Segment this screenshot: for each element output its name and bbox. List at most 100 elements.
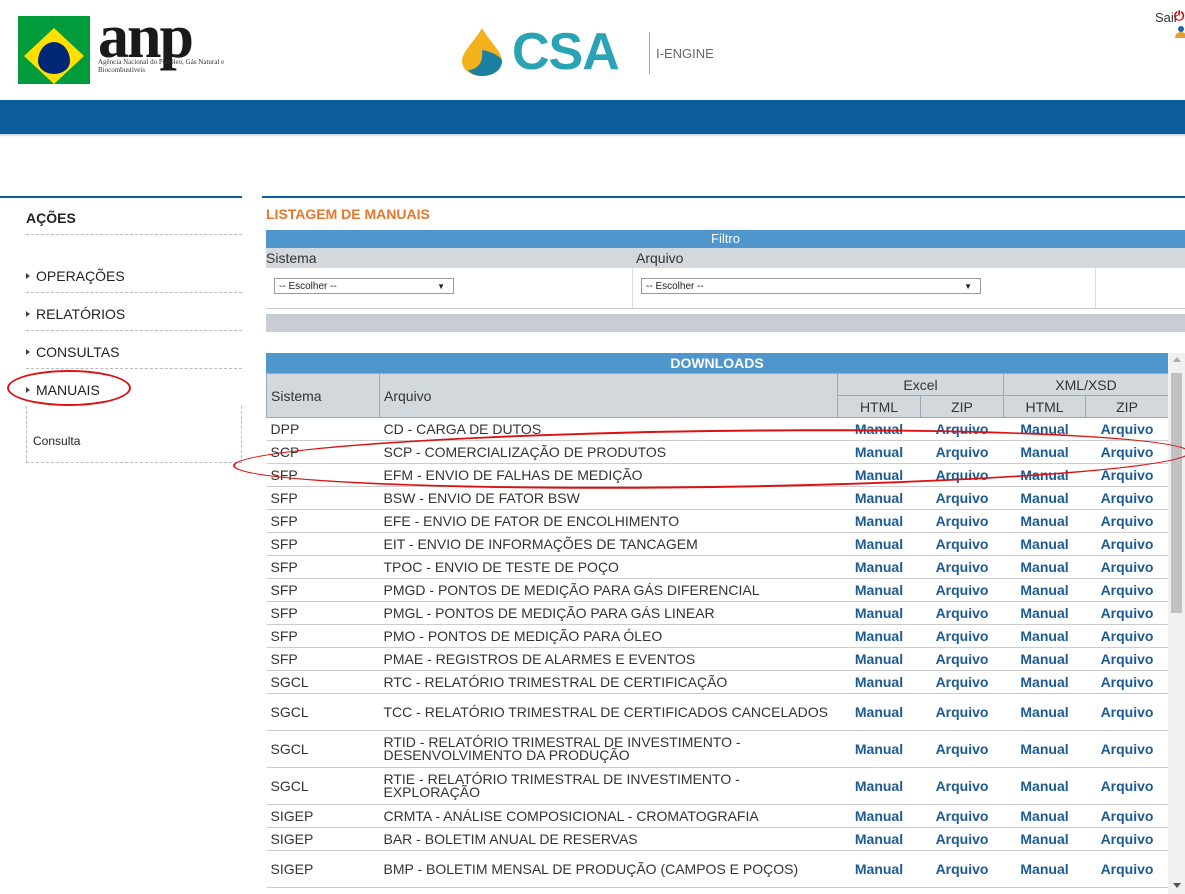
page-title: LISTAGEM DE MANUAIS — [266, 206, 430, 222]
xml-zip-arquivo-link[interactable]: Arquivo — [1085, 767, 1168, 805]
downloads-header: DOWNLOADS — [266, 353, 1168, 373]
sistema-select-value: -- Escolher -- — [279, 281, 337, 292]
xml-html-manual-link[interactable]: Manual — [1003, 486, 1086, 510]
xml-zip-arquivo-link[interactable]: Arquivo — [1085, 578, 1168, 602]
excel-zip-arquivo-link[interactable]: Arquivo — [920, 601, 1004, 625]
top-nav-bar — [0, 100, 1185, 134]
xml-zip-arquivo-link[interactable]: Arquivo — [1085, 509, 1168, 533]
xml-html-manual-link[interactable]: Manual — [1003, 827, 1086, 851]
xml-html-manual-link[interactable]: Manual — [1003, 850, 1086, 888]
excel-zip-arquivo-link[interactable]: Arquivo — [920, 670, 1004, 694]
excel-zip-arquivo-link[interactable]: Arquivo — [920, 486, 1004, 510]
excel-html-manual-link[interactable]: Manual — [837, 486, 921, 510]
excel-html-manual-link[interactable]: Manual — [837, 647, 921, 671]
xml-zip-arquivo-link[interactable]: Arquivo — [1085, 555, 1168, 579]
table-row: SIGEP BMP - BOLETIM MENSAL DE PRODUÇÃO (C… — [266, 850, 1168, 888]
excel-html-manual-link[interactable]: Manual — [837, 532, 921, 556]
column-header-html: HTML — [1003, 395, 1087, 418]
scroll-down-icon[interactable] — [1173, 883, 1181, 888]
cell-sistema: DPP — [266, 417, 380, 441]
anp-logo[interactable]: anp Agência Nacional do Petróleo, Gás Na… — [18, 3, 224, 90]
sidebar-item-consultas[interactable]: CONSULTAS — [26, 344, 120, 360]
scrollbar[interactable] — [1168, 353, 1185, 894]
xml-zip-arquivo-link[interactable]: Arquivo — [1085, 730, 1168, 768]
excel-html-manual-link[interactable]: Manual — [837, 767, 921, 805]
power-icon[interactable]: ⏻ — [1174, 9, 1184, 22]
dropdown-arrow-icon: ▼ — [964, 282, 972, 291]
scrollbar-thumb[interactable] — [1171, 373, 1182, 613]
excel-html-manual-link[interactable]: Manual — [837, 509, 921, 533]
table-row: SFP PMGD - PONTOS DE MEDIÇÃO PARA GÁS DIF… — [266, 578, 1168, 602]
divider — [26, 292, 242, 293]
xml-zip-arquivo-link[interactable]: Arquivo — [1085, 486, 1168, 510]
arquivo-select[interactable]: -- Escolher -- ▼ — [641, 278, 981, 294]
xml-zip-arquivo-link[interactable]: Arquivo — [1085, 693, 1168, 731]
xml-html-manual-link[interactable]: Manual — [1003, 624, 1086, 648]
excel-zip-arquivo-link[interactable]: Arquivo — [920, 850, 1004, 888]
xml-html-manual-link[interactable]: Manual — [1003, 578, 1086, 602]
excel-zip-arquivo-link[interactable]: Arquivo — [920, 509, 1004, 533]
scroll-up-icon[interactable] — [1173, 357, 1181, 362]
xml-html-manual-link[interactable]: Manual — [1003, 670, 1086, 694]
cell-arquivo: RTC - RELATÓRIO TRIMESTRAL DE CERTIFICAÇ… — [379, 670, 838, 694]
anp-flag-icon — [18, 16, 90, 84]
excel-zip-arquivo-link[interactable]: Arquivo — [920, 804, 1004, 828]
excel-html-manual-link[interactable]: Manual — [837, 555, 921, 579]
excel-html-manual-link[interactable]: Manual — [837, 601, 921, 625]
anp-logo-subtitle: Agência Nacional do Petróleo, Gás Natura… — [98, 58, 225, 74]
xml-html-manual-link[interactable]: Manual — [1003, 509, 1086, 533]
sidebar-item-relatorios[interactable]: RELATÓRIOS — [26, 306, 125, 322]
xml-html-manual-link[interactable]: Manual — [1003, 532, 1086, 556]
sidebar-item-operacoes[interactable]: OPERAÇÕES — [26, 268, 125, 284]
excel-html-manual-link[interactable]: Manual — [837, 693, 921, 731]
xml-zip-arquivo-link[interactable]: Arquivo — [1085, 647, 1168, 671]
xml-html-manual-link[interactable]: Manual — [1003, 555, 1086, 579]
cell-arquivo: BSW - ENVIO DE FATOR BSW — [379, 486, 838, 510]
cell-sistema: SGCL — [266, 767, 380, 805]
excel-html-manual-link[interactable]: Manual — [837, 624, 921, 648]
main-divider — [262, 196, 1185, 198]
xml-html-manual-link[interactable]: Manual — [1003, 647, 1086, 671]
filter-inputs-row: -- Escolher -- ▼ -- Escolher -- ▼ — [266, 268, 1185, 309]
table-row: SFP EIT - ENVIO DE INFORMAÇÕES DE TANCAGE… — [266, 532, 1168, 556]
excel-zip-arquivo-link[interactable]: Arquivo — [920, 578, 1004, 602]
excel-zip-arquivo-link[interactable]: Arquivo — [920, 532, 1004, 556]
excel-zip-arquivo-link[interactable]: Arquivo — [920, 827, 1004, 851]
excel-html-manual-link[interactable]: Manual — [837, 670, 921, 694]
excel-zip-arquivo-link[interactable]: Arquivo — [920, 730, 1004, 768]
excel-html-manual-link[interactable]: Manual — [837, 578, 921, 602]
user-icon[interactable] — [1175, 26, 1185, 38]
xml-html-manual-link[interactable]: Manual — [1003, 804, 1086, 828]
excel-html-manual-link[interactable]: Manual — [837, 827, 921, 851]
excel-zip-arquivo-link[interactable]: Arquivo — [920, 647, 1004, 671]
sistema-select[interactable]: -- Escolher -- ▼ — [274, 278, 454, 294]
xml-html-manual-link[interactable]: Manual — [1003, 767, 1086, 805]
xml-zip-arquivo-link[interactable]: Arquivo — [1085, 670, 1168, 694]
cell-sistema: SFP — [266, 578, 380, 602]
xml-html-manual-link[interactable]: Manual — [1003, 601, 1086, 625]
cell-arquivo: EFE - ENVIO DE FATOR DE ENCOLHIMENTO — [379, 509, 838, 533]
cell-arquivo: BMP - BOLETIM MENSAL DE PRODUÇÃO (CAMPOS… — [379, 850, 838, 888]
excel-html-manual-link[interactable]: Manual — [837, 730, 921, 768]
excel-html-manual-link[interactable]: Manual — [837, 804, 921, 828]
xml-zip-arquivo-link[interactable]: Arquivo — [1085, 532, 1168, 556]
excel-zip-arquivo-link[interactable]: Arquivo — [920, 767, 1004, 805]
xml-html-manual-link[interactable]: Manual — [1003, 693, 1086, 731]
xml-zip-arquivo-link[interactable]: Arquivo — [1085, 827, 1168, 851]
xml-zip-arquivo-link[interactable]: Arquivo — [1085, 624, 1168, 648]
table-row: SFP PMAE - REGISTROS DE ALARMES E EVENTOS… — [266, 647, 1168, 671]
excel-zip-arquivo-link[interactable]: Arquivo — [920, 624, 1004, 648]
xml-zip-arquivo-link[interactable]: Arquivo — [1085, 804, 1168, 828]
table-row: SFP EFE - ENVIO DE FATOR DE ENCOLHIMENTO M… — [266, 509, 1168, 533]
xml-zip-arquivo-link[interactable]: Arquivo — [1085, 850, 1168, 888]
filter-column-divider — [1095, 268, 1096, 308]
highlight-oval-manuais — [7, 370, 131, 406]
column-header-arquivo: Arquivo — [379, 373, 838, 418]
excel-zip-arquivo-link[interactable]: Arquivo — [920, 555, 1004, 579]
xml-zip-arquivo-link[interactable]: Arquivo — [1085, 601, 1168, 625]
xml-html-manual-link[interactable]: Manual — [1003, 730, 1086, 768]
excel-html-manual-link[interactable]: Manual — [837, 850, 921, 888]
excel-zip-arquivo-link[interactable]: Arquivo — [920, 693, 1004, 731]
filter-panel: Filtro Sistema Arquivo -- Escolher -- ▼ … — [266, 230, 1185, 332]
submenu-item-consulta[interactable]: Consulta — [33, 434, 80, 448]
